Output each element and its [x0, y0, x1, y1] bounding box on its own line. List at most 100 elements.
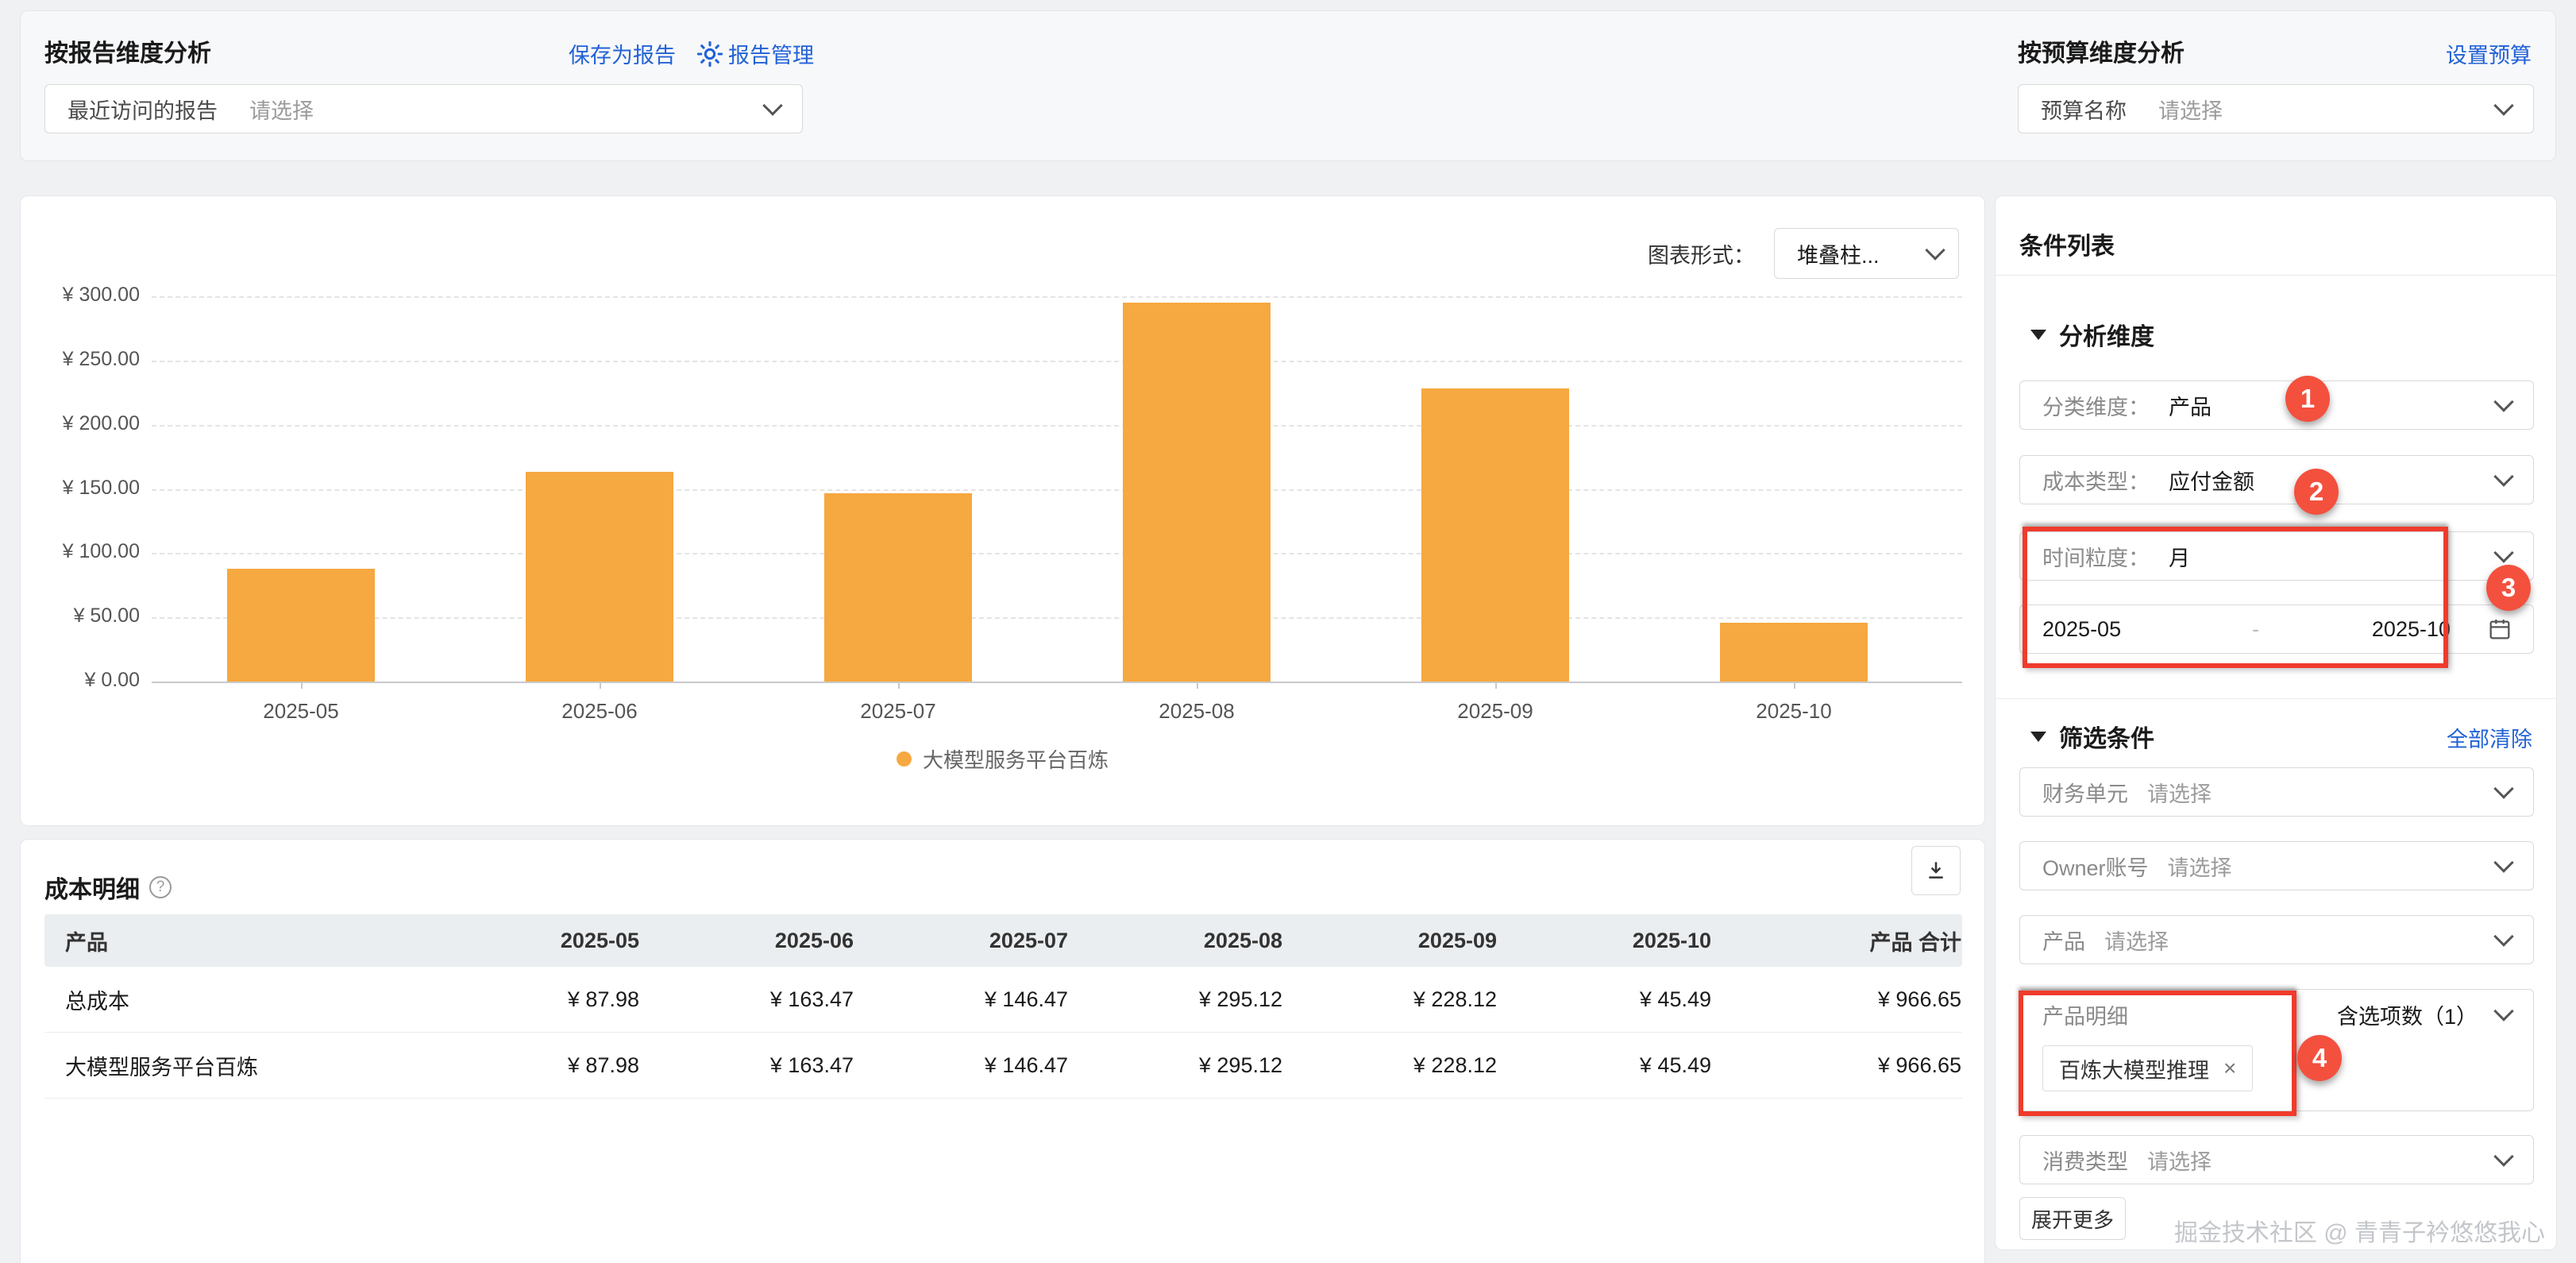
- y-axis-tick-label: ¥ 150.00: [21, 477, 140, 500]
- download-button[interactable]: [1911, 846, 1961, 895]
- report-analysis-title: 按报告维度分析: [44, 33, 211, 68]
- product-detail-count: 含选项数（1）: [2337, 999, 2478, 1030]
- classify-dimension-select[interactable]: 分类维度： 产品: [2019, 380, 2534, 430]
- set-budget-link[interactable]: 设置预算: [2446, 38, 2532, 69]
- annotation-badge-2: 2: [2294, 469, 2339, 515]
- column-header: 2025-08: [1069, 914, 1283, 967]
- finance-unit-placeholder: 请选择: [2147, 777, 2212, 808]
- x-axis-tick: [1495, 682, 1497, 689]
- divider: [1996, 698, 2556, 699]
- cell-value: ¥ 228.12: [1283, 1033, 1498, 1099]
- chevron-down-icon: [2493, 466, 2513, 486]
- x-axis-tick: [301, 682, 303, 689]
- x-axis-tick-label: 2025-10: [1714, 699, 1873, 724]
- filter-condition-header[interactable]: 筛选条件: [2030, 719, 2154, 754]
- x-axis-tick-label: 2025-05: [222, 699, 380, 724]
- report-manage-label: 报告管理: [728, 38, 814, 69]
- chevron-down-icon: [2493, 852, 2513, 872]
- cost-analysis-page: 按报告维度分析 保存为报告 报告管理: [0, 0, 2576, 1263]
- column-header: 2025-09: [1283, 914, 1498, 967]
- top-analysis-bar: 按报告维度分析 保存为报告 报告管理: [20, 10, 2556, 161]
- finance-unit-select[interactable]: 财务单元 请选择: [2019, 767, 2534, 817]
- consume-type-placeholder: 请选择: [2147, 1145, 2212, 1176]
- table-row[interactable]: 总成本¥ 87.98¥ 163.47¥ 146.47¥ 295.12¥ 228.…: [44, 967, 1962, 1033]
- budget-select-placeholder: 请选择: [2158, 94, 2223, 125]
- budget-select-label: 预算名称: [2041, 94, 2127, 125]
- product-placeholder: 请选择: [2104, 925, 2169, 956]
- cell-value: ¥ 146.47: [854, 967, 1069, 1033]
- bar-2025-10[interactable]: [1720, 623, 1868, 682]
- recent-report-select-placeholder: 请选择: [249, 94, 314, 125]
- cost-type-value: 应付金额: [2169, 465, 2254, 496]
- x-axis-tick-label: 2025-08: [1117, 699, 1276, 724]
- cell-value: ¥ 295.12: [1069, 967, 1283, 1033]
- cell-value: ¥ 163.47: [640, 967, 854, 1033]
- bar-2025-05[interactable]: [227, 569, 375, 682]
- cost-detail-table: 产品2025-052025-062025-072025-082025-09202…: [44, 914, 1962, 1099]
- bar-2025-09[interactable]: [1421, 388, 1569, 682]
- bar-2025-06[interactable]: [526, 472, 673, 682]
- consume-type-select[interactable]: 消费类型 请选择: [2019, 1135, 2534, 1184]
- report-links: 保存为报告 报告管理: [569, 38, 814, 69]
- column-header: 2025-06: [640, 914, 854, 967]
- column-header: 2025-05: [426, 914, 640, 967]
- consume-type-label: 消费类型: [2042, 1145, 2128, 1176]
- cell-value: ¥ 45.49: [1498, 967, 1712, 1033]
- budget-name-select[interactable]: 预算名称 请选择: [2018, 84, 2534, 133]
- product-select[interactable]: 产品 请选择: [2019, 915, 2534, 964]
- annotation-badge-4: 4: [2297, 1035, 2342, 1081]
- x-axis-tick-label: 2025-09: [1416, 699, 1575, 724]
- cell-value: ¥ 45.49: [1498, 1033, 1712, 1099]
- legend-dot-icon: [897, 751, 912, 767]
- chevron-down-icon: [2493, 392, 2513, 411]
- chart-legend[interactable]: 大模型服务平台百炼: [21, 744, 1984, 774]
- cell-value: ¥ 87.98: [426, 1033, 640, 1099]
- clear-all-link[interactable]: 全部清除: [2447, 722, 2532, 753]
- cost-detail-card: 成本明细 ? 产品2025-052025-062025-072025-08202…: [20, 839, 1985, 1263]
- chevron-down-icon: [2493, 1001, 2513, 1021]
- recent-report-select[interactable]: 最近访问的报告 请选择: [44, 84, 803, 133]
- cell-value: ¥ 87.98: [426, 967, 640, 1033]
- help-icon[interactable]: ?: [149, 876, 172, 898]
- save-as-report-link[interactable]: 保存为报告: [569, 38, 676, 69]
- cell-value: ¥ 295.12: [1069, 1033, 1283, 1099]
- report-manage-link[interactable]: 报告管理: [696, 38, 814, 69]
- cost-type-label: 成本类型：: [2042, 465, 2150, 496]
- column-header: 产品: [44, 914, 426, 967]
- analysis-dimension-title: 分析维度: [2059, 317, 2154, 352]
- owner-account-placeholder: 请选择: [2168, 851, 2232, 882]
- product-label: 产品: [2042, 925, 2085, 956]
- expand-more-button[interactable]: 展开更多: [2019, 1197, 2126, 1240]
- gridline: [152, 617, 1962, 619]
- gridline: [152, 361, 1962, 362]
- row-label: 大模型服务平台百炼: [44, 1033, 426, 1099]
- cell-value: ¥ 163.47: [640, 1033, 854, 1099]
- legend-series-label: 大模型服务平台百炼: [923, 744, 1109, 774]
- filter-condition-title: 筛选条件: [2059, 719, 2154, 754]
- gear-icon: [696, 41, 723, 68]
- analysis-dimension-header[interactable]: 分析维度: [2030, 317, 2154, 352]
- bar-2025-08[interactable]: [1123, 303, 1271, 682]
- owner-account-select[interactable]: Owner账号 请选择: [2019, 841, 2534, 890]
- y-axis-tick-label: ¥ 300.00: [21, 284, 140, 307]
- condition-sidebar: 条件列表 分析维度 分类维度： 产品 成本类型： 应付金额 时间粒度： 月 20…: [1995, 195, 2557, 1250]
- table-row[interactable]: 大模型服务平台百炼¥ 87.98¥ 163.47¥ 146.47¥ 295.12…: [44, 1033, 1962, 1099]
- column-header: 产品 合计: [1712, 914, 1962, 967]
- gridline: [152, 553, 1962, 554]
- row-label: 总成本: [44, 967, 426, 1033]
- x-axis-tick: [898, 682, 900, 689]
- x-axis-tick-label: 2025-06: [520, 699, 679, 724]
- recent-report-select-label: 最近访问的报告: [67, 94, 218, 125]
- annotation-box-4: [2019, 991, 2296, 1116]
- gridline: [152, 425, 1962, 427]
- cell-value: ¥ 966.65: [1712, 967, 1962, 1033]
- cost-type-select[interactable]: 成本类型： 应付金额: [2019, 455, 2534, 504]
- annotation-box-3: [2023, 527, 2448, 668]
- chevron-down-icon: [2493, 778, 2513, 798]
- classify-dimension-value: 产品: [2169, 390, 2212, 421]
- bar-2025-07[interactable]: [824, 493, 972, 682]
- y-axis-tick-label: ¥ 250.00: [21, 348, 140, 371]
- finance-unit-label: 财务单元: [2042, 777, 2128, 808]
- chevron-down-icon: [2493, 926, 2513, 946]
- cell-value: ¥ 228.12: [1283, 967, 1498, 1033]
